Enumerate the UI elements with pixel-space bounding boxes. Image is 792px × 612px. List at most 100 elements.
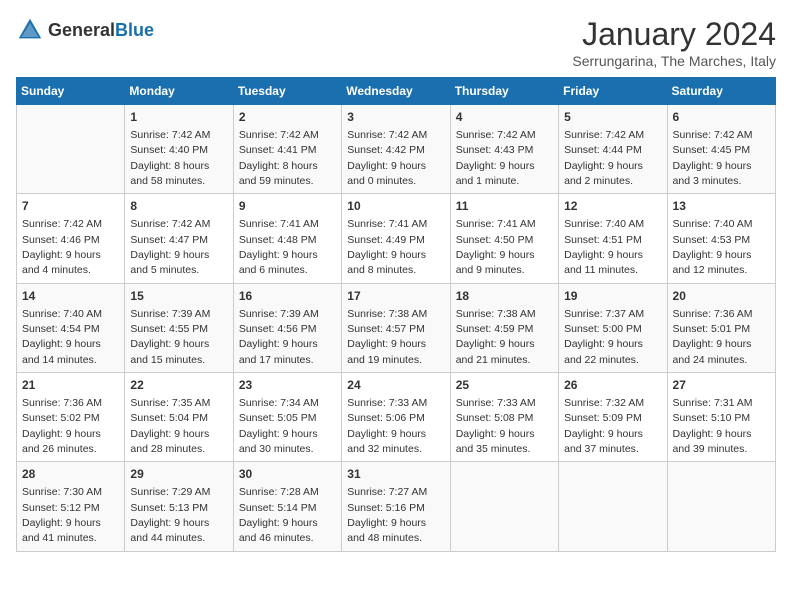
day-number: 15 bbox=[130, 288, 227, 305]
day-number: 12 bbox=[564, 198, 661, 215]
day-number: 21 bbox=[22, 377, 119, 394]
calendar-cell bbox=[667, 462, 775, 551]
calendar-cell: 1 Sunrise: 7:42 AM Sunset: 4:40 PM Dayli… bbox=[125, 105, 233, 194]
day-number: 27 bbox=[673, 377, 770, 394]
logo-icon bbox=[16, 16, 44, 44]
calendar-cell: 8 Sunrise: 7:42 AM Sunset: 4:47 PM Dayli… bbox=[125, 194, 233, 283]
day-number: 5 bbox=[564, 109, 661, 126]
calendar-week-row: 1 Sunrise: 7:42 AM Sunset: 4:40 PM Dayli… bbox=[17, 105, 776, 194]
calendar-cell: 15 Sunrise: 7:39 AM Sunset: 4:55 PM Dayl… bbox=[125, 283, 233, 372]
sunset-info: Sunset: 4:49 PM bbox=[347, 234, 425, 246]
daylight-info: Daylight: 9 hours and 2 minutes. bbox=[564, 160, 643, 187]
daylight-info: Daylight: 9 hours and 37 minutes. bbox=[564, 428, 643, 455]
day-number: 18 bbox=[456, 288, 553, 305]
calendar-cell: 19 Sunrise: 7:37 AM Sunset: 5:00 PM Dayl… bbox=[559, 283, 667, 372]
sunset-info: Sunset: 5:12 PM bbox=[22, 502, 100, 514]
daylight-info: Daylight: 9 hours and 32 minutes. bbox=[347, 428, 426, 455]
calendar-body: 1 Sunrise: 7:42 AM Sunset: 4:40 PM Dayli… bbox=[17, 105, 776, 552]
calendar-cell: 25 Sunrise: 7:33 AM Sunset: 5:08 PM Dayl… bbox=[450, 373, 558, 462]
sunset-info: Sunset: 5:10 PM bbox=[673, 412, 751, 424]
calendar-cell bbox=[450, 462, 558, 551]
sunset-info: Sunset: 5:05 PM bbox=[239, 412, 317, 424]
calendar-cell: 2 Sunrise: 7:42 AM Sunset: 4:41 PM Dayli… bbox=[233, 105, 341, 194]
day-number: 14 bbox=[22, 288, 119, 305]
calendar-cell bbox=[17, 105, 125, 194]
calendar-cell: 14 Sunrise: 7:40 AM Sunset: 4:54 PM Dayl… bbox=[17, 283, 125, 372]
daylight-info: Daylight: 8 hours and 58 minutes. bbox=[130, 160, 209, 187]
sunset-info: Sunset: 5:02 PM bbox=[22, 412, 100, 424]
day-number: 24 bbox=[347, 377, 444, 394]
calendar-cell: 23 Sunrise: 7:34 AM Sunset: 5:05 PM Dayl… bbox=[233, 373, 341, 462]
day-number: 17 bbox=[347, 288, 444, 305]
sunset-info: Sunset: 4:40 PM bbox=[130, 144, 208, 156]
calendar-cell: 30 Sunrise: 7:28 AM Sunset: 5:14 PM Dayl… bbox=[233, 462, 341, 551]
calendar-cell: 21 Sunrise: 7:36 AM Sunset: 5:02 PM Dayl… bbox=[17, 373, 125, 462]
sunset-info: Sunset: 4:46 PM bbox=[22, 234, 100, 246]
sunset-info: Sunset: 5:14 PM bbox=[239, 502, 317, 514]
sunrise-info: Sunrise: 7:28 AM bbox=[239, 486, 319, 498]
daylight-info: Daylight: 9 hours and 48 minutes. bbox=[347, 517, 426, 544]
sunset-info: Sunset: 4:50 PM bbox=[456, 234, 534, 246]
calendar-cell: 11 Sunrise: 7:41 AM Sunset: 4:50 PM Dayl… bbox=[450, 194, 558, 283]
logo: GeneralBlue bbox=[16, 16, 154, 44]
daylight-info: Daylight: 9 hours and 0 minutes. bbox=[347, 160, 426, 187]
day-number: 26 bbox=[564, 377, 661, 394]
sunrise-info: Sunrise: 7:38 AM bbox=[347, 308, 427, 320]
calendar-cell: 29 Sunrise: 7:29 AM Sunset: 5:13 PM Dayl… bbox=[125, 462, 233, 551]
daylight-info: Daylight: 9 hours and 17 minutes. bbox=[239, 338, 318, 365]
day-of-week-header: Monday bbox=[125, 78, 233, 105]
calendar-week-row: 28 Sunrise: 7:30 AM Sunset: 5:12 PM Dayl… bbox=[17, 462, 776, 551]
day-number: 28 bbox=[22, 466, 119, 483]
daylight-info: Daylight: 9 hours and 22 minutes. bbox=[564, 338, 643, 365]
sunset-info: Sunset: 4:45 PM bbox=[673, 144, 751, 156]
daylight-info: Daylight: 9 hours and 15 minutes. bbox=[130, 338, 209, 365]
sunrise-info: Sunrise: 7:35 AM bbox=[130, 397, 210, 409]
day-number: 22 bbox=[130, 377, 227, 394]
day-number: 13 bbox=[673, 198, 770, 215]
sunset-info: Sunset: 4:59 PM bbox=[456, 323, 534, 335]
calendar-cell: 9 Sunrise: 7:41 AM Sunset: 4:48 PM Dayli… bbox=[233, 194, 341, 283]
day-number: 2 bbox=[239, 109, 336, 126]
day-number: 29 bbox=[130, 466, 227, 483]
sunrise-info: Sunrise: 7:42 AM bbox=[673, 129, 753, 141]
daylight-info: Daylight: 9 hours and 3 minutes. bbox=[673, 160, 752, 187]
sunset-info: Sunset: 4:41 PM bbox=[239, 144, 317, 156]
calendar-cell: 31 Sunrise: 7:27 AM Sunset: 5:16 PM Dayl… bbox=[342, 462, 450, 551]
sunset-info: Sunset: 4:57 PM bbox=[347, 323, 425, 335]
sunrise-info: Sunrise: 7:30 AM bbox=[22, 486, 102, 498]
day-number: 16 bbox=[239, 288, 336, 305]
sunrise-info: Sunrise: 7:38 AM bbox=[456, 308, 536, 320]
daylight-info: Daylight: 9 hours and 26 minutes. bbox=[22, 428, 101, 455]
daylight-info: Daylight: 9 hours and 28 minutes. bbox=[130, 428, 209, 455]
calendar-cell: 10 Sunrise: 7:41 AM Sunset: 4:49 PM Dayl… bbox=[342, 194, 450, 283]
daylight-info: Daylight: 9 hours and 24 minutes. bbox=[673, 338, 752, 365]
daylight-info: Daylight: 9 hours and 30 minutes. bbox=[239, 428, 318, 455]
sunrise-info: Sunrise: 7:40 AM bbox=[564, 218, 644, 230]
sunset-info: Sunset: 5:08 PM bbox=[456, 412, 534, 424]
calendar-cell: 3 Sunrise: 7:42 AM Sunset: 4:42 PM Dayli… bbox=[342, 105, 450, 194]
calendar-cell: 4 Sunrise: 7:42 AM Sunset: 4:43 PM Dayli… bbox=[450, 105, 558, 194]
sunset-info: Sunset: 5:16 PM bbox=[347, 502, 425, 514]
calendar-cell: 20 Sunrise: 7:36 AM Sunset: 5:01 PM Dayl… bbox=[667, 283, 775, 372]
daylight-info: Daylight: 9 hours and 41 minutes. bbox=[22, 517, 101, 544]
sunrise-info: Sunrise: 7:39 AM bbox=[239, 308, 319, 320]
sunset-info: Sunset: 4:55 PM bbox=[130, 323, 208, 335]
daylight-info: Daylight: 9 hours and 6 minutes. bbox=[239, 249, 318, 276]
sunrise-info: Sunrise: 7:33 AM bbox=[456, 397, 536, 409]
daylight-info: Daylight: 9 hours and 1 minute. bbox=[456, 160, 535, 187]
sunset-info: Sunset: 4:44 PM bbox=[564, 144, 642, 156]
sunset-info: Sunset: 4:51 PM bbox=[564, 234, 642, 246]
daylight-info: Daylight: 9 hours and 35 minutes. bbox=[456, 428, 535, 455]
calendar-week-row: 21 Sunrise: 7:36 AM Sunset: 5:02 PM Dayl… bbox=[17, 373, 776, 462]
calendar-cell: 26 Sunrise: 7:32 AM Sunset: 5:09 PM Dayl… bbox=[559, 373, 667, 462]
sunset-info: Sunset: 5:09 PM bbox=[564, 412, 642, 424]
sunset-info: Sunset: 4:47 PM bbox=[130, 234, 208, 246]
sunset-info: Sunset: 5:13 PM bbox=[130, 502, 208, 514]
sunset-info: Sunset: 5:00 PM bbox=[564, 323, 642, 335]
daylight-info: Daylight: 9 hours and 8 minutes. bbox=[347, 249, 426, 276]
daylight-info: Daylight: 9 hours and 12 minutes. bbox=[673, 249, 752, 276]
sunrise-info: Sunrise: 7:32 AM bbox=[564, 397, 644, 409]
daylight-info: Daylight: 9 hours and 14 minutes. bbox=[22, 338, 101, 365]
sunrise-info: Sunrise: 7:42 AM bbox=[564, 129, 644, 141]
daylight-info: Daylight: 9 hours and 11 minutes. bbox=[564, 249, 643, 276]
